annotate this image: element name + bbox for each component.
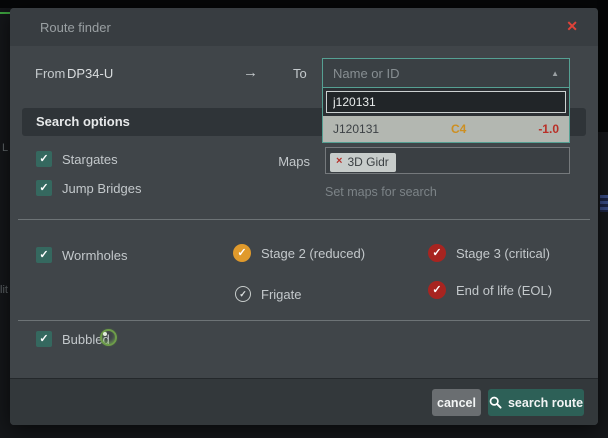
backdrop-top-strip — [0, 0, 608, 8]
checkbox-checked-icon: ✓ — [36, 180, 52, 196]
arrow-right-icon: → — [243, 64, 258, 81]
maps-label: Maps — [248, 154, 310, 169]
eol-label: End of life (EOL) — [456, 283, 552, 298]
map-tag-label: 3D Gidr — [347, 155, 388, 169]
from-label: From — [35, 66, 65, 81]
checkbox-checked-icon: ✓ — [36, 247, 52, 263]
to-system-dropdown: Name or ID ▲ J120131 C4 -1.0 — [322, 58, 570, 143]
option-system-security: -1.0 — [538, 122, 559, 136]
divider — [18, 320, 590, 321]
backdrop-right-strip — [597, 0, 608, 132]
stage3-checkbox[interactable]: ✓ Stage 3 (critical) — [428, 244, 550, 262]
maps-help-text: Set maps for search — [325, 185, 437, 199]
dropdown-search-wrap — [323, 88, 569, 116]
route-finder-dialog: Route finder ✕ From DP34-U → To Name or … — [10, 8, 598, 425]
dropdown-option-system[interactable]: J120131 C4 -1.0 — [323, 116, 569, 142]
wormholes-label: Wormholes — [62, 248, 128, 263]
wormholes-checkbox[interactable]: ✓ Wormholes — [36, 247, 128, 263]
chevron-up-icon: ▲ — [551, 69, 559, 78]
checkbox-checked-icon: ✓ — [36, 331, 52, 347]
background-artifact-blue-stripes — [600, 195, 608, 212]
dropdown-panel: J120131 C4 -1.0 — [322, 88, 570, 143]
divider — [18, 219, 590, 220]
cancel-button[interactable]: cancel — [432, 389, 481, 416]
stage2-label: Stage 2 (reduced) — [261, 246, 365, 261]
jump-bridges-label: Jump Bridges — [62, 181, 141, 196]
stage3-label: Stage 3 (critical) — [456, 246, 550, 261]
map-tag: × 3D Gidr — [330, 153, 396, 172]
dialog-title: Route finder — [40, 20, 111, 35]
maps-tag-input[interactable]: × 3D Gidr — [325, 147, 570, 174]
from-value: DP34-U — [67, 66, 113, 81]
stargates-checkbox[interactable]: ✓ Stargates — [36, 151, 118, 167]
background-text-fragment: L — [2, 142, 8, 154]
option-system-name: J120131 — [333, 122, 451, 136]
to-select-placeholder: Name or ID — [333, 66, 551, 81]
eol-checkbox[interactable]: ✓ End of life (EOL) — [428, 281, 552, 299]
to-label: To — [293, 66, 307, 81]
search-route-label: search route — [508, 396, 583, 410]
frigate-checked-icon: ✓ — [235, 286, 251, 302]
to-system-select[interactable]: Name or ID ▲ — [322, 58, 570, 88]
frigate-checkbox[interactable]: ✓ Frigate — [235, 286, 301, 302]
checkbox-checked-icon: ✓ — [36, 151, 52, 167]
remove-tag-icon[interactable]: × — [336, 156, 342, 167]
stage3-checked-icon: ✓ — [428, 244, 446, 262]
stage2-checked-icon: ✓ — [233, 244, 251, 262]
background-text-fragment: lit — [0, 284, 8, 296]
jump-bridges-checkbox[interactable]: ✓ Jump Bridges — [36, 180, 141, 196]
dialog-header: Route finder ✕ — [10, 8, 598, 46]
stage2-checkbox[interactable]: ✓ Stage 2 (reduced) — [233, 244, 365, 262]
close-icon[interactable]: ✕ — [566, 19, 578, 33]
stargates-label: Stargates — [62, 152, 118, 167]
background-artifact-green-line — [0, 12, 10, 14]
search-icon — [489, 396, 502, 409]
eol-checked-icon: ✓ — [428, 281, 446, 299]
option-system-class: C4 — [451, 122, 538, 136]
frigate-label: Frigate — [261, 287, 301, 302]
search-route-button[interactable]: search route — [488, 389, 584, 416]
bubble-icon — [100, 329, 117, 346]
dialog-footer: cancel search route — [10, 378, 598, 425]
bubbled-checkbox[interactable]: ✓ Bubbled — [36, 331, 110, 347]
system-search-input[interactable] — [326, 91, 566, 113]
